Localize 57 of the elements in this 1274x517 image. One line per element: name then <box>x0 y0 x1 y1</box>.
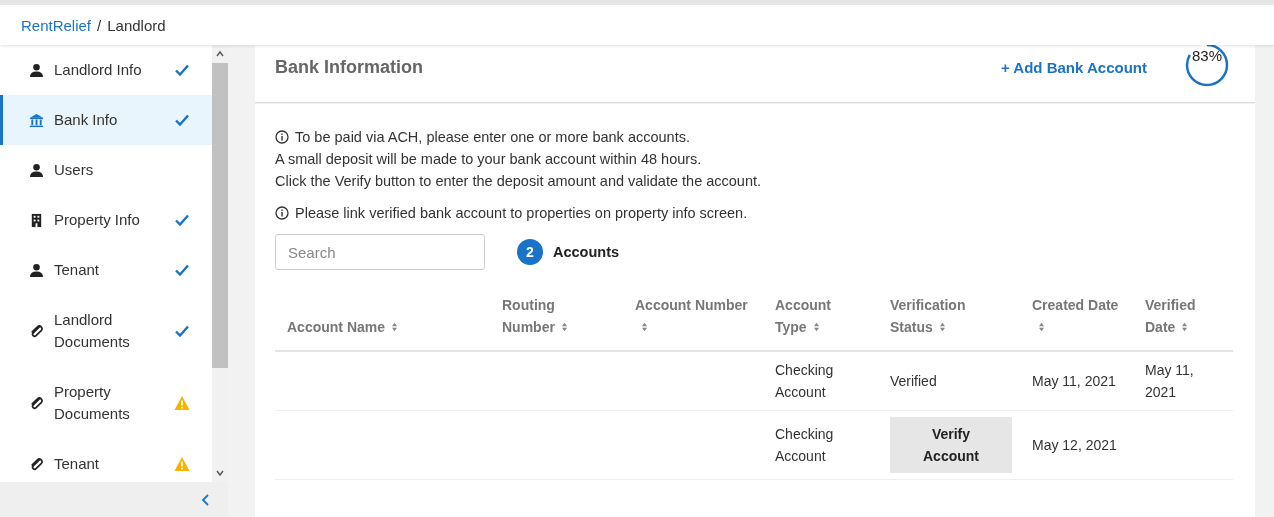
info-text: Click the Verify button to enter the deposit amount and validate the account. <box>275 172 763 191</box>
table-cell: May 12, 2021 <box>1032 437 1117 453</box>
scrollbar-thumb[interactable] <box>212 63 228 368</box>
breadcrumb-current: Landlord <box>107 16 166 34</box>
accounts-label: Accounts <box>553 244 620 260</box>
sort-icon[interactable] <box>391 322 399 332</box>
add-bank-account-button[interactable]: + Add Bank Account <box>1001 59 1147 76</box>
scroll-down-icon[interactable] <box>215 468 225 478</box>
progress-reading: 83% <box>1191 46 1223 64</box>
table-cell: May 11, 2021 <box>1032 373 1116 389</box>
info-text: Please link verified bank account to properties on property info screen. <box>295 204 748 223</box>
progress-ring <box>1185 42 1229 87</box>
sidebar-item[interactable]: Tenant <box>0 439 212 482</box>
info-text: A small deposit will be made to your bank account within 48 hours. <box>275 150 703 169</box>
sidebar-item[interactable]: Bank Info <box>0 95 212 145</box>
breadcrumb-separator: / <box>97 16 102 34</box>
sort-icon[interactable] <box>560 322 568 332</box>
section-title: Bank Information <box>275 57 424 78</box>
person-icon <box>29 262 44 278</box>
paperclip-icon <box>29 323 44 339</box>
person-icon <box>29 162 44 178</box>
person-icon <box>29 62 44 78</box>
column-header[interactable]: Verified Date <box>1145 294 1221 338</box>
bank-icon <box>29 112 44 128</box>
building-icon <box>29 212 44 228</box>
sidebar-item[interactable]: Landlord Info <box>0 45 212 95</box>
column-header[interactable]: Routing Number <box>502 294 611 338</box>
sort-icon[interactable] <box>812 322 820 332</box>
sort-icon[interactable] <box>641 322 648 332</box>
info-icon <box>275 206 289 220</box>
sidebar-item[interactable]: Users <box>0 145 212 195</box>
search-field[interactable]: Search <box>275 234 485 270</box>
sort-icon[interactable] <box>1038 322 1045 332</box>
info-text: To be paid via ACH, please enter one or more bank accounts. <box>295 128 690 147</box>
verify-account-button[interactable]: Verify Account <box>890 417 1012 473</box>
sidebar-item[interactable]: Property Documents <box>0 367 212 439</box>
column-header[interactable]: Account Name <box>287 316 478 338</box>
table-cell: Verified <box>890 373 937 389</box>
column-header[interactable]: Created Date <box>1032 294 1121 338</box>
paperclip-icon <box>29 395 44 411</box>
sidebar-item[interactable]: Tenant <box>0 245 212 295</box>
sidebar-item[interactable]: Property Info <box>0 195 212 245</box>
scroll-up-icon[interactable] <box>215 49 225 59</box>
breadcrumb-link[interactable]: RentRelief <box>21 16 92 34</box>
sort-icon[interactable] <box>1181 322 1189 332</box>
sort-icon[interactable] <box>938 322 946 332</box>
paperclip-icon <box>29 456 44 472</box>
info-icon <box>275 130 289 144</box>
column-header[interactable]: Verification Status <box>890 294 1008 338</box>
table-cell: Checking Account <box>775 426 834 464</box>
table-cell: May 11, 2021 <box>1145 362 1194 400</box>
count-badge: 2 <box>517 239 543 265</box>
sidebar-item[interactable]: Landlord Documents <box>0 295 212 367</box>
table-cell: Checking Account <box>775 362 834 400</box>
column-header[interactable]: Account Number <box>635 294 751 338</box>
column-header[interactable]: Account Type <box>775 294 866 338</box>
collapse-icon[interactable] <box>200 492 210 507</box>
